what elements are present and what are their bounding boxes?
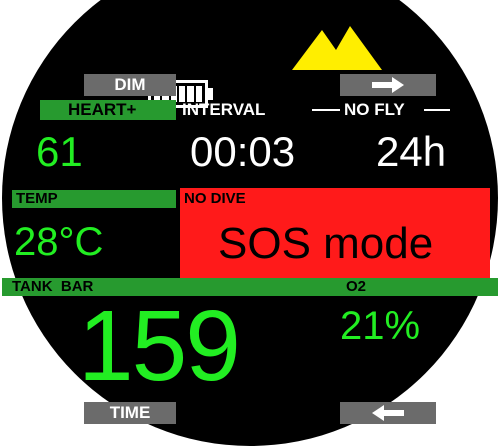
nofly-label: NO FLY bbox=[344, 100, 405, 119]
sos-mode-text: SOS mode bbox=[218, 219, 434, 268]
arrow-left-icon bbox=[372, 405, 404, 421]
temp-label: TEMP bbox=[16, 190, 58, 207]
next-button[interactable] bbox=[340, 74, 436, 96]
battery-tip bbox=[208, 88, 213, 100]
time-button[interactable]: TIME bbox=[84, 402, 176, 424]
dim-button[interactable]: DIM bbox=[84, 74, 176, 96]
no-dive-label: NO DIVE bbox=[184, 190, 246, 207]
interval-label: INTERVAL bbox=[182, 100, 266, 119]
heart-label: HEART+ bbox=[68, 100, 137, 119]
heart-value: 61 bbox=[36, 128, 83, 175]
dim-button-label: DIM bbox=[114, 75, 146, 94]
time-button-label: TIME bbox=[109, 403, 151, 422]
back-button[interactable] bbox=[340, 402, 436, 424]
nofly-divider bbox=[424, 109, 450, 111]
temp-value: 28°C bbox=[14, 220, 104, 264]
nofly-value: 24h bbox=[376, 128, 447, 175]
arrow-right-icon bbox=[372, 77, 404, 93]
mountain-icon bbox=[292, 26, 382, 70]
o2-value: 21% bbox=[340, 304, 421, 348]
interval-value: 00:03 bbox=[190, 128, 296, 175]
tank-pressure-value: 159 bbox=[78, 290, 241, 402]
interval-divider bbox=[312, 109, 340, 111]
o2-label: O2 bbox=[346, 278, 367, 295]
